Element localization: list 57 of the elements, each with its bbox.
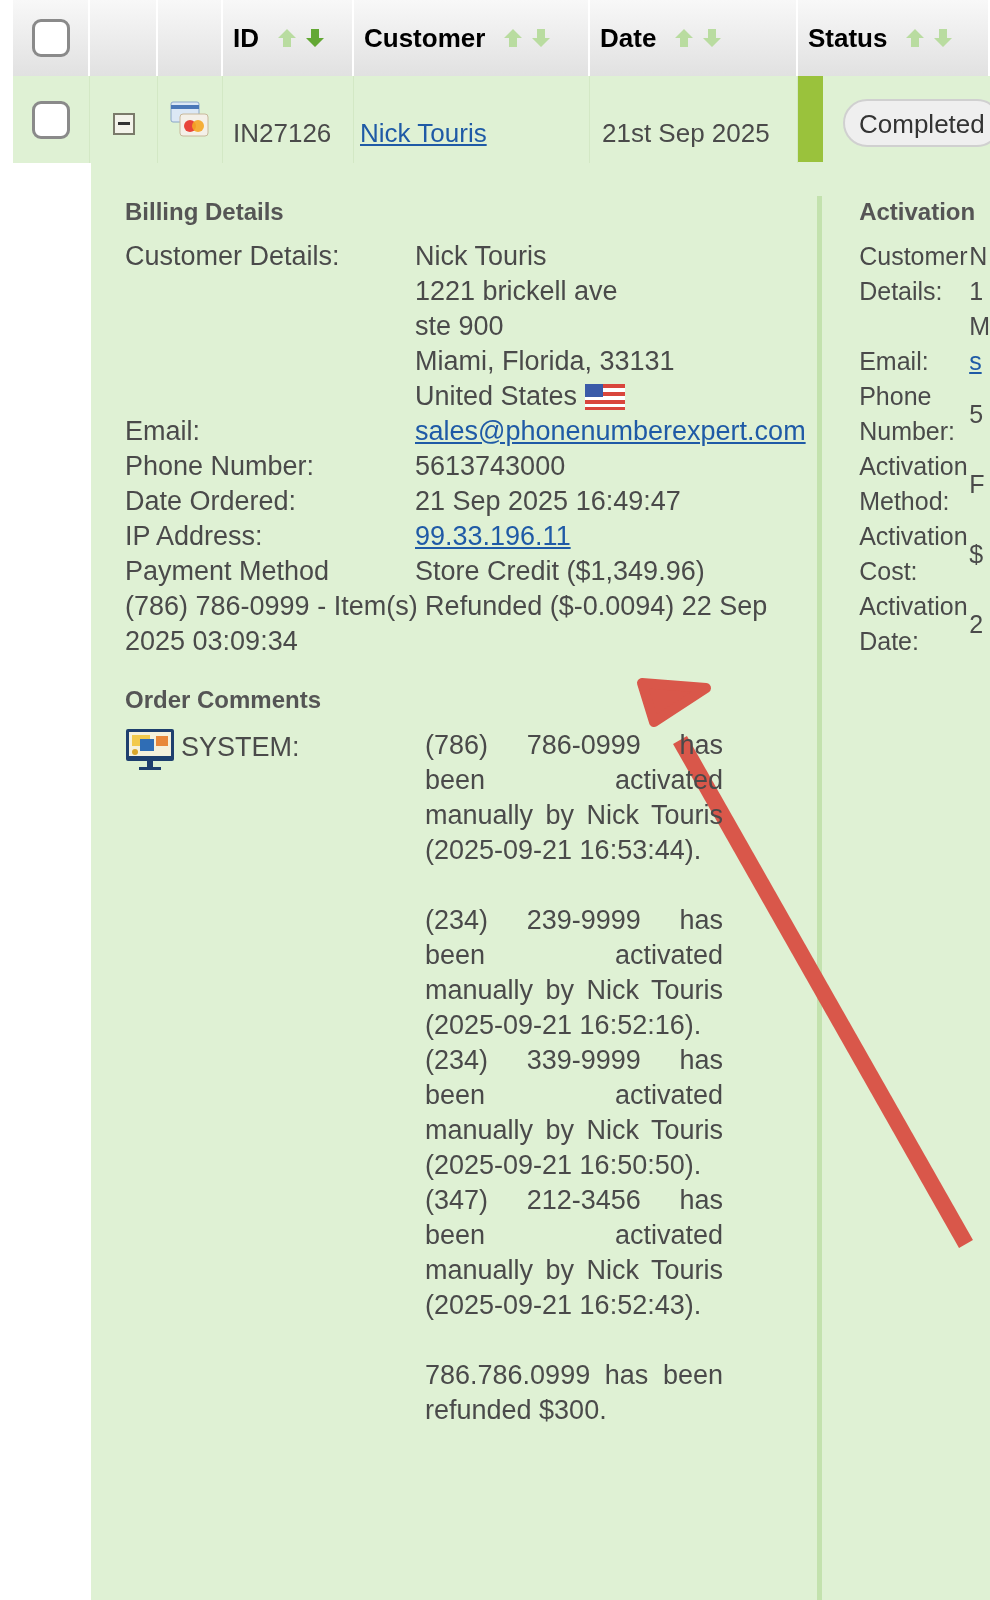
field-value: M bbox=[969, 311, 990, 342]
comment-text: (234) 339-9999 has been activated manually by Nick Touris (2025-09-21 16:50:50). bbox=[425, 1044, 723, 1182]
field-label: Activation Method: bbox=[859, 451, 969, 517]
field-label: Email: bbox=[125, 415, 201, 448]
field-label: Email: bbox=[859, 346, 930, 377]
column-header[interactable]: ID bbox=[233, 18, 259, 58]
field-label: Activation Date: bbox=[859, 591, 969, 657]
computer-icon bbox=[125, 728, 175, 772]
checkbox[interactable] bbox=[32, 100, 70, 139]
field-value: 2 bbox=[969, 608, 984, 640]
sort-icon[interactable] bbox=[674, 28, 723, 48]
comment-text: (347) 212-3456 has been activated manually by Nick Touris (2025-09-21 16:52:43). bbox=[425, 1184, 723, 1322]
flag-icon bbox=[585, 383, 626, 410]
field-label: Phone Number: bbox=[859, 381, 957, 447]
address-line: 1221 brickell ave bbox=[415, 275, 618, 308]
field-value: 1 bbox=[969, 276, 985, 307]
address-line: Nick Touris bbox=[415, 240, 547, 273]
field-label: Customer Details: bbox=[859, 241, 969, 307]
collapse-toggle[interactable] bbox=[112, 112, 135, 135]
field-label: Date Ordered: bbox=[125, 485, 298, 518]
field-value: 21 Sep 2025 16:49:47 bbox=[415, 486, 681, 516]
field-value: 5613743000 bbox=[415, 451, 566, 481]
comment-author: SYSTEM: bbox=[181, 731, 300, 764]
order-date: 21st Sep 2025 bbox=[602, 117, 770, 150]
comment-text: (234) 239-9999 has been activated manually by Nick Touris (2025-09-21 16:52:16). bbox=[425, 904, 723, 1042]
sort-icon[interactable] bbox=[905, 28, 954, 48]
link[interactable]: s bbox=[969, 344, 982, 379]
payment-card-icon bbox=[170, 99, 210, 140]
address-line: ste 900 bbox=[415, 310, 504, 343]
field-value: N bbox=[969, 241, 989, 272]
field-label: IP Address: bbox=[125, 520, 264, 553]
comment-text: 786.786.0999 has been refunded $300. bbox=[425, 1359, 723, 1427]
column-header[interactable]: Customer bbox=[364, 18, 486, 58]
section-title: Order Comments bbox=[125, 685, 323, 715]
checkbox[interactable] bbox=[31, 19, 70, 57]
section-title: Billing Details bbox=[125, 197, 285, 227]
sort-icon[interactable] bbox=[277, 28, 325, 48]
sort-icon[interactable] bbox=[503, 28, 552, 48]
address-line: United States bbox=[415, 380, 578, 413]
field-label: Customer Details: bbox=[125, 240, 341, 273]
field-value: $ bbox=[969, 538, 984, 570]
field-label: Activation Cost: bbox=[859, 521, 969, 587]
field-value: 5 bbox=[969, 398, 984, 430]
customer-link[interactable]: Nick Touris bbox=[360, 114, 487, 153]
column-header[interactable]: Status bbox=[808, 18, 888, 58]
status-badge: Completed bbox=[843, 99, 990, 147]
section-title: Activation bbox=[858, 197, 977, 227]
address-line: Miami, Florida, 33131 bbox=[415, 345, 675, 378]
field-label: Payment Method bbox=[125, 555, 331, 588]
refund-note: (786) 786-0999 - Item(s) Refunded ($-0.0094) 22 Sep 2025 03:09:34 bbox=[125, 590, 769, 658]
column-header[interactable]: Date bbox=[600, 18, 657, 58]
link[interactable]: 99.33.196.11 bbox=[415, 521, 571, 551]
field-value: Store Credit ($1,349.96) bbox=[415, 556, 705, 586]
link[interactable]: sales@phonenumberexpert.com bbox=[415, 416, 806, 446]
field-value: F bbox=[969, 468, 985, 500]
order-id: IN27126 bbox=[233, 117, 332, 150]
field-label: Phone Number: bbox=[125, 450, 316, 483]
